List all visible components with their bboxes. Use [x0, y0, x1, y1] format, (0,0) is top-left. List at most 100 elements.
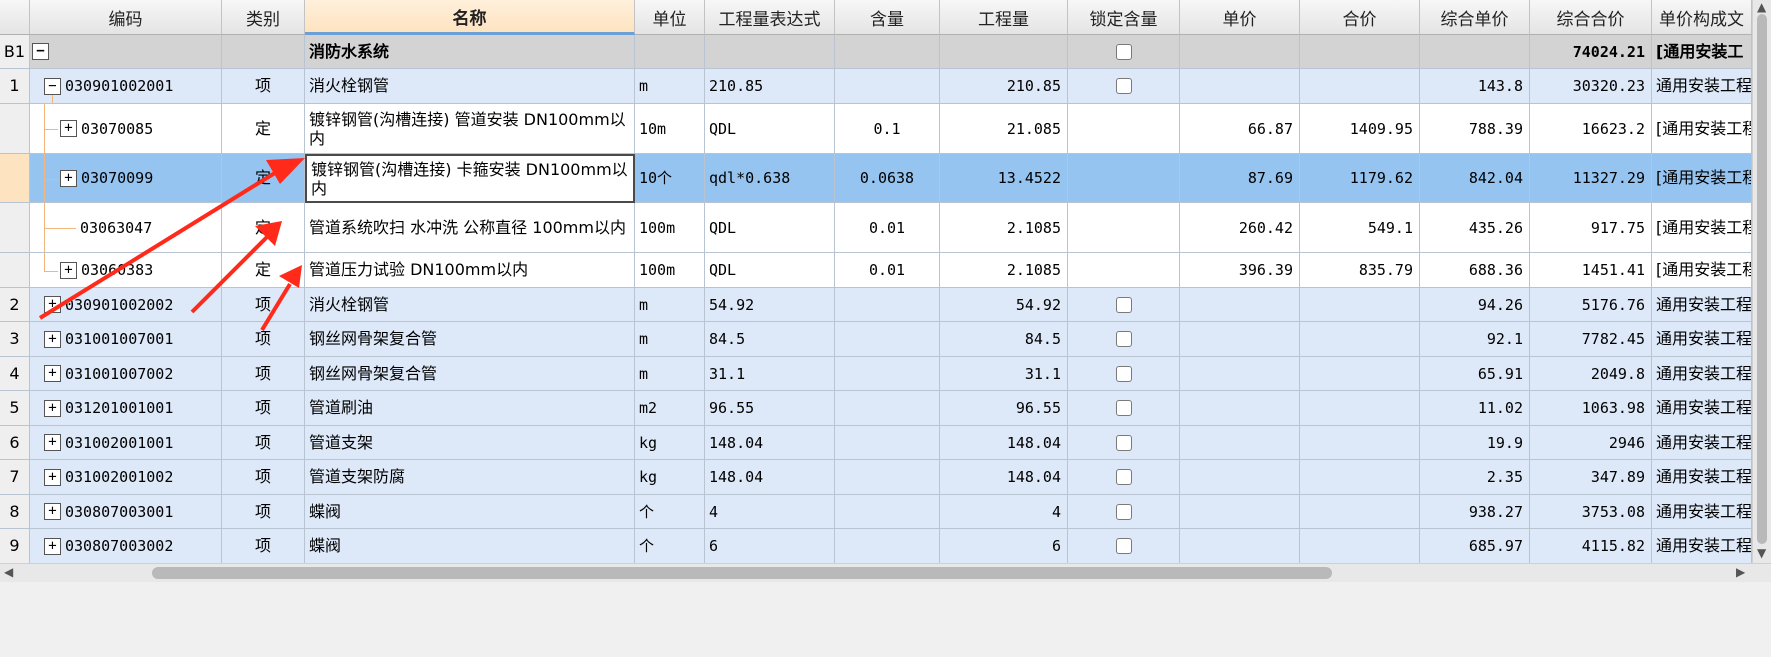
lock-content-checkbox[interactable] — [1115, 400, 1132, 416]
bill-item-row[interactable]: 4 +031001007002 项 钢丝网骨架复合管 m 31.1 31.1 65.91 204… — [0, 357, 1752, 391]
cell-code[interactable]: +03060383 — [30, 253, 222, 288]
scroll-down-icon[interactable]: ▼ — [1757, 546, 1766, 560]
vertical-scrollbar[interactable]: ▲ ▼ — [1752, 0, 1771, 563]
cell-total-price[interactable]: 549.1 — [1300, 203, 1420, 253]
cell-unit-price-composition[interactable]: 通用安装工程 — [1652, 357, 1752, 391]
cell-quantity[interactable]: 148.04 — [940, 426, 1068, 460]
cell-lock-content[interactable] — [1068, 154, 1180, 203]
cell-unit[interactable]: m — [635, 288, 705, 322]
cell-unit-price-composition[interactable]: 通用安装工程 — [1652, 426, 1752, 460]
expand-icon[interactable]: + — [44, 537, 61, 555]
cell-quantity-expression[interactable]: 84.5 — [705, 322, 835, 357]
cell-row-number[interactable] — [0, 203, 30, 253]
cell-type[interactable]: 定 — [222, 253, 305, 288]
cell-unit[interactable]: m — [635, 322, 705, 357]
cell-content[interactable] — [835, 426, 940, 460]
cell-unit-price-composition[interactable]: [通用安装工程 — [1652, 154, 1752, 203]
cell-type[interactable]: 定 — [222, 154, 305, 203]
cell-unit[interactable]: 10个 — [635, 154, 705, 203]
cell-unit-price[interactable] — [1180, 288, 1300, 322]
cell-total-price[interactable] — [1300, 322, 1420, 357]
cell-composite-unit-price[interactable]: 143.8 — [1420, 69, 1530, 104]
cell-total-price[interactable]: 1409.95 — [1300, 104, 1420, 154]
cell-type[interactable]: 项 — [222, 288, 305, 322]
lock-content-checkbox[interactable] — [1115, 78, 1132, 94]
cell-quantity-expression[interactable]: 54.92 — [705, 288, 835, 322]
cell-quantity[interactable]: 96.55 — [940, 391, 1068, 426]
cell-row-number[interactable]: 2 — [0, 288, 30, 322]
cell-unit-price-composition[interactable]: [通用安装工程 — [1652, 203, 1752, 253]
cell-code[interactable]: +030807003001 — [30, 495, 222, 529]
cell-composite-total[interactable]: 347.89 — [1530, 460, 1652, 495]
expand-icon[interactable]: + — [60, 169, 77, 187]
cell-row-number[interactable]: 3 — [0, 322, 30, 357]
cell-unit[interactable]: 个 — [635, 495, 705, 529]
cell-type[interactable]: 项 — [222, 460, 305, 495]
cell-composite-unit-price[interactable]: 938.27 — [1420, 495, 1530, 529]
expand-icon[interactable]: + — [60, 261, 77, 279]
cell-unit-price-composition[interactable]: [通用安装工程 — [1652, 253, 1752, 288]
cell-quantity[interactable]: 4 — [940, 495, 1068, 529]
group-row[interactable]: B1− 消防水系统 74024.21 [通用安装工 — [0, 35, 1752, 69]
column-header-code[interactable]: 编码 — [30, 0, 222, 35]
cell-total-price[interactable] — [1300, 460, 1420, 495]
cell-composite-total[interactable]: 3753.08 — [1530, 495, 1652, 529]
horizontal-scroll-thumb[interactable] — [152, 567, 1332, 579]
bill-item-row[interactable]: 7 +031002001002 项 管道支架防腐 kg 148.04 148.04 2.35 3… — [0, 460, 1752, 495]
cell-type[interactable]: 项 — [222, 322, 305, 357]
column-header-composite-total[interactable]: 综合合价 — [1530, 0, 1652, 35]
lock-content-checkbox[interactable] — [1115, 43, 1132, 60]
cell-total-price[interactable] — [1300, 529, 1420, 564]
cell-composite-total[interactable]: 30320.23 — [1530, 69, 1652, 104]
cell-unit-price-composition[interactable]: 通用安装工程 — [1652, 69, 1752, 104]
cell-composite-total[interactable]: 7782.45 — [1530, 322, 1652, 357]
cell-name[interactable]: 消防水系统 — [305, 35, 635, 69]
cell-quantity[interactable]: 54.92 — [940, 288, 1068, 322]
cell-composite-unit-price[interactable]: 94.26 — [1420, 288, 1530, 322]
cell-name[interactable]: 管道压力试验 DN100mm以内 — [305, 253, 635, 288]
cell-unit[interactable]: 10m — [635, 104, 705, 154]
cell-name[interactable]: 镀锌钢管(沟槽连接) 卡箍安装 DN100mm以内 — [305, 154, 635, 203]
lock-content-checkbox[interactable] — [1115, 538, 1132, 554]
cell-quantity-expression[interactable]: 96.55 — [705, 391, 835, 426]
bill-item-row[interactable]: 5 +031201001001 项 管道刷油 m2 96.55 96.55 11.02 1063… — [0, 391, 1752, 426]
cell-quantity-expression[interactable]: QDL — [705, 104, 835, 154]
cell-name[interactable]: 管道支架防腐 — [305, 460, 635, 495]
scroll-up-icon[interactable]: ▲ — [1757, 0, 1766, 14]
cell-row-number[interactable] — [0, 253, 30, 288]
cell-composite-unit-price[interactable]: 842.04 — [1420, 154, 1530, 203]
expand-icon[interactable]: + — [44, 503, 61, 520]
cell-lock-content[interactable] — [1068, 529, 1180, 564]
lock-content-checkbox[interactable] — [1115, 331, 1132, 347]
column-header-lock-content[interactable]: 锁定含量 — [1068, 0, 1180, 35]
quota-row[interactable]: 03063047 定 管道系统吹扫 水冲洗 公称直径 100mm以内 100m QDL 0… — [0, 203, 1752, 253]
cell-composite-total[interactable]: 4115.82 — [1530, 529, 1652, 564]
cell-lock-content[interactable] — [1068, 391, 1180, 426]
lock-content-checkbox[interactable] — [1115, 296, 1132, 313]
cell-composite-total[interactable]: 1451.41 — [1530, 253, 1652, 288]
cell-unit[interactable]: m — [635, 69, 705, 104]
cell-row-number[interactable]: B1 — [0, 35, 30, 69]
lock-content-checkbox[interactable] — [1115, 365, 1132, 382]
expand-icon[interactable]: + — [44, 365, 61, 382]
column-header-unit[interactable]: 单位 — [635, 0, 705, 35]
cell-unit-price-composition[interactable]: 通用安装工程 — [1652, 460, 1752, 495]
cell-total-price[interactable]: 1179.62 — [1300, 154, 1420, 203]
column-header-row-number[interactable] — [0, 0, 30, 35]
cell-composite-unit-price[interactable]: 688.36 — [1420, 253, 1530, 288]
cell-quantity-expression[interactable]: QDL — [705, 203, 835, 253]
cell-unit[interactable]: m — [635, 357, 705, 391]
horizontal-scrollbar[interactable]: ◀ ▶ — [0, 563, 1771, 582]
cell-quantity-expression[interactable]: 6 — [705, 529, 835, 564]
cell-name[interactable]: 管道支架 — [305, 426, 635, 460]
cell-type[interactable]: 定 — [222, 104, 305, 154]
cell-quantity[interactable]: 6 — [940, 529, 1068, 564]
cell-quantity-expression[interactable]: QDL — [705, 253, 835, 288]
expand-icon[interactable]: + — [44, 399, 61, 417]
cell-name[interactable]: 管道系统吹扫 水冲洗 公称直径 100mm以内 — [305, 203, 635, 253]
cell-row-number[interactable]: 9 — [0, 529, 30, 564]
cell-unit-price[interactable] — [1180, 391, 1300, 426]
cell-total-price[interactable] — [1300, 288, 1420, 322]
cell-unit-price-composition[interactable]: 通用安装工程 — [1652, 495, 1752, 529]
cell-name[interactable]: 消火栓钢管 — [305, 288, 635, 322]
